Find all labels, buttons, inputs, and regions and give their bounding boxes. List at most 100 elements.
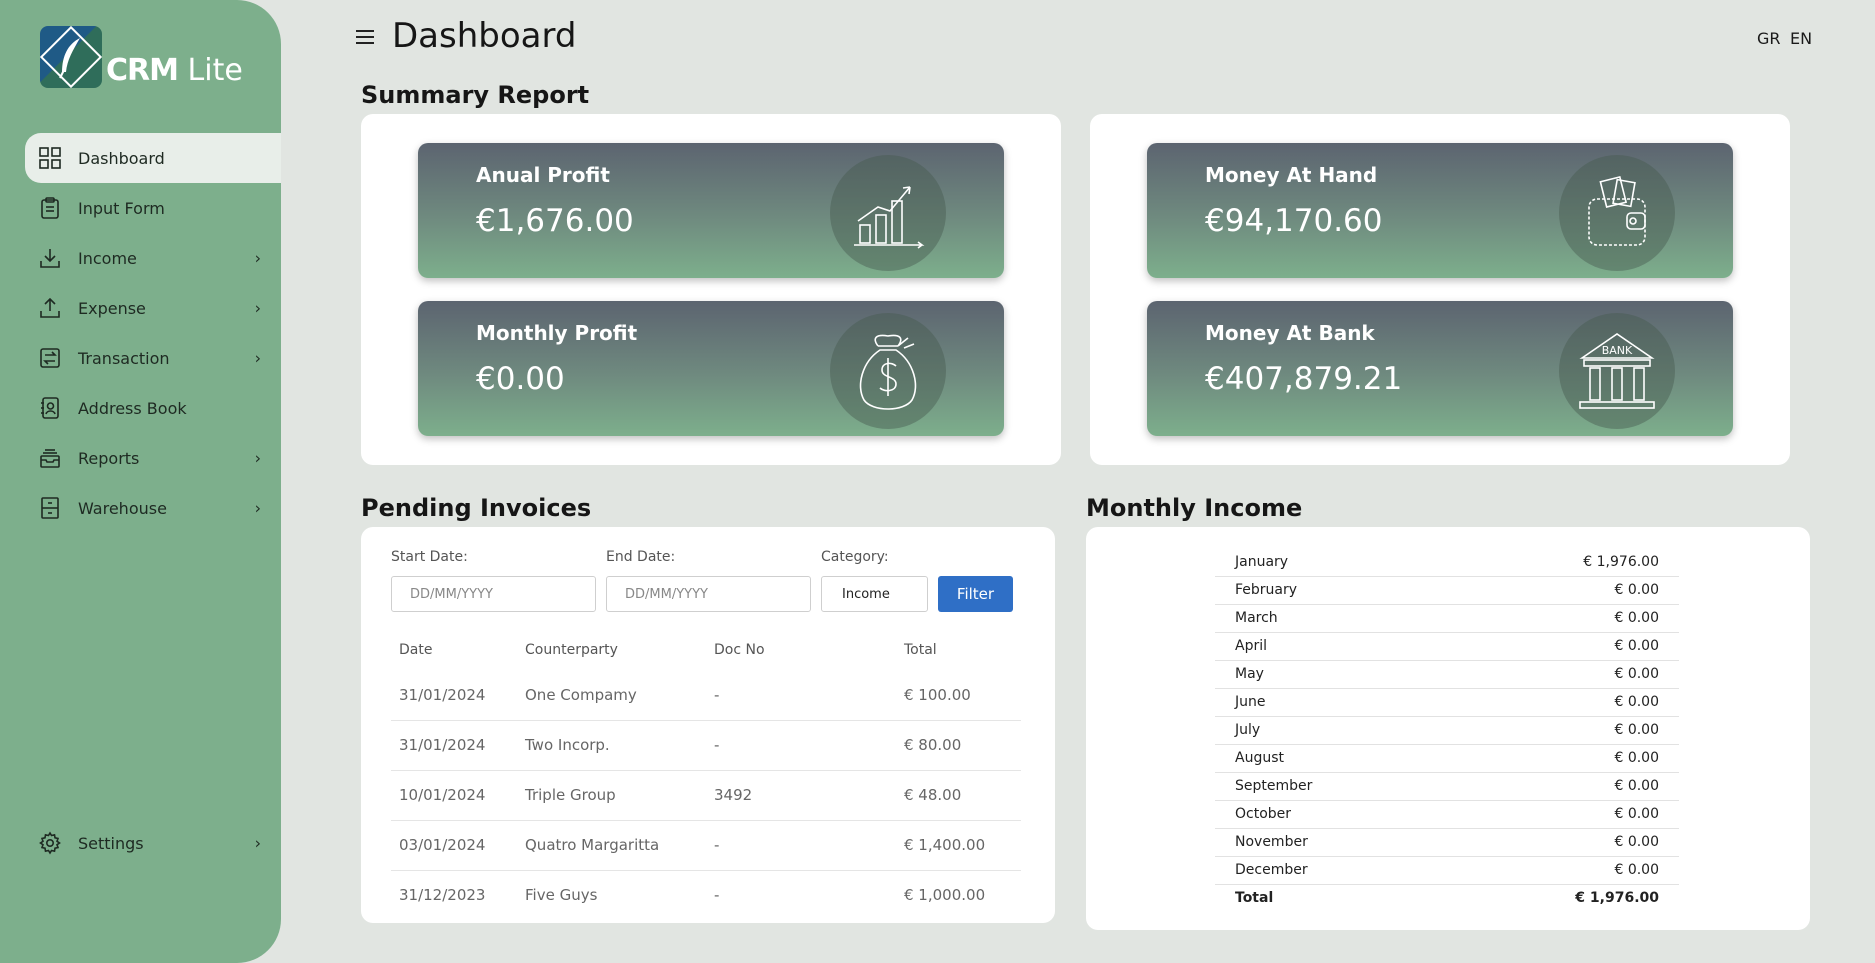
exchange-icon — [37, 345, 63, 371]
category-label: Category: — [821, 549, 889, 565]
column-header-total: Total — [904, 642, 937, 658]
card-value: €1,676.00 — [476, 203, 634, 239]
clipboard-icon — [37, 195, 63, 221]
table-row[interactable]: 31/12/2023 Five Guys - € 1,000.00 — [391, 869, 1021, 920]
month-name: October — [1215, 800, 1441, 829]
bank-icon-label: BANK — [1602, 344, 1633, 357]
month-name: November — [1215, 828, 1441, 857]
sidebar-footer: Settings › — [25, 818, 281, 868]
table-row[interactable]: 10/01/2024 Triple Group 3492 € 48.00 — [391, 769, 1021, 820]
sidebar-item-label: Input Form — [78, 198, 165, 218]
table-row: March € 0.00 — [1215, 604, 1679, 633]
month-name: April — [1215, 632, 1441, 661]
sidebar-item-dashboard[interactable]: Dashboard — [25, 133, 281, 183]
sidebar-item-label: Address Book — [78, 398, 187, 418]
month-name: February — [1215, 576, 1441, 605]
start-date-input[interactable]: DD/MM/YYYY — [391, 576, 596, 612]
summary-panel-left: Anual Profit €1,676.00 Monthly Profit €0… — [361, 114, 1061, 465]
language-gr-button[interactable]: GR — [1757, 29, 1781, 48]
sidebar-item-reports[interactable]: Reports › — [25, 433, 281, 483]
app-name: CRM Lite — [106, 53, 243, 88]
inbox-icon — [37, 445, 63, 471]
filter-button[interactable]: Filter — [938, 576, 1013, 612]
wallet-icon — [1559, 155, 1675, 271]
month-amount: € 0.00 — [1440, 576, 1679, 605]
sidebar-item-expense[interactable]: Expense › — [25, 283, 281, 333]
page-title: Dashboard — [392, 16, 577, 56]
app-logo[interactable]: CRM Lite — [40, 26, 243, 88]
chevron-right-icon: › — [254, 298, 261, 318]
month-name: May — [1215, 660, 1441, 689]
end-date-label: End Date: — [606, 549, 676, 565]
gear-icon — [37, 830, 63, 856]
cell-doc-no: - — [706, 819, 896, 870]
chevron-right-icon: › — [254, 448, 261, 468]
sidebar-item-label: Warehouse — [78, 498, 167, 518]
sidebar-item-input-form[interactable]: Input Form — [25, 183, 281, 233]
money-bag-icon — [830, 313, 946, 429]
sidebar-item-label: Dashboard — [78, 148, 165, 168]
pending-invoices-table: Date Counterparty Doc No Total 31/01/202… — [391, 630, 1021, 920]
sidebar-item-address-book[interactable]: Address Book — [25, 383, 281, 433]
chevron-right-icon: › — [254, 498, 261, 518]
month-amount: € 0.00 — [1440, 688, 1679, 717]
monthly-profit-card: Monthly Profit €0.00 — [418, 301, 1004, 436]
sidebar-item-income[interactable]: Income › — [25, 233, 281, 283]
card-value: €0.00 — [476, 361, 565, 397]
cell-doc-no: - — [706, 719, 896, 770]
total-row: Total € 1,976.00 — [1215, 884, 1679, 912]
sidebar-item-label: Expense — [78, 298, 146, 318]
table-row: May € 0.00 — [1215, 660, 1679, 689]
money-at-bank-card: Money At Bank €407,879.21 BANK — [1147, 301, 1733, 436]
cell-date: 10/01/2024 — [391, 769, 517, 820]
month-amount: € 0.00 — [1440, 856, 1679, 885]
sidebar-item-transaction[interactable]: Transaction › — [25, 333, 281, 383]
table-row: June € 0.00 — [1215, 688, 1679, 717]
cabinet-icon — [37, 495, 63, 521]
bar-growth-icon — [830, 155, 946, 271]
cell-total: € 1,000.00 — [896, 869, 1021, 920]
sidebar-item-settings[interactable]: Settings › — [25, 818, 281, 868]
table-row: September € 0.00 — [1215, 772, 1679, 801]
month-name: March — [1215, 604, 1441, 633]
feather-logo-icon — [40, 26, 102, 88]
table-row: January € 1,976.00 — [1215, 548, 1679, 577]
sidebar-item-warehouse[interactable]: Warehouse › — [25, 483, 281, 533]
cell-counterparty: Triple Group — [517, 769, 706, 820]
cell-counterparty: One Compamy — [525, 685, 637, 704]
cell-counterparty: Two Incorp. — [517, 719, 706, 770]
total-label: Total — [1235, 890, 1274, 907]
table-row[interactable]: 31/01/2024 One Compamy - € 100.00 — [391, 670, 1021, 720]
chevron-right-icon: › — [254, 248, 261, 268]
month-amount: € 0.00 — [1440, 744, 1679, 773]
month-amount: € 0.00 — [1440, 800, 1679, 829]
sidebar-item-label: Transaction — [78, 348, 170, 368]
month-amount: € 0.00 — [1440, 716, 1679, 745]
language-en-button[interactable]: EN — [1790, 29, 1812, 48]
download-icon — [37, 245, 63, 271]
chevron-right-icon: › — [254, 833, 261, 853]
cell-total: € 100.00 — [904, 685, 971, 704]
upload-icon — [37, 295, 63, 321]
table-row[interactable]: 03/01/2024 Quatro Margaritta - € 1,400.0… — [391, 819, 1021, 870]
month-amount: € 0.00 — [1440, 632, 1679, 661]
summary-report-title: Summary Report — [361, 81, 590, 109]
category-select[interactable]: Income — [821, 576, 928, 612]
table-row: December € 0.00 — [1215, 856, 1679, 885]
end-date-input[interactable]: DD/MM/YYYY — [606, 576, 811, 612]
table-row[interactable]: 31/01/2024 Two Incorp. - € 80.00 — [391, 719, 1021, 770]
month-name: July — [1215, 716, 1441, 745]
month-amount: € 0.00 — [1440, 772, 1679, 801]
start-date-label: Start Date: — [391, 549, 468, 565]
cell-total: € 80.00 — [896, 719, 1021, 770]
month-name: January — [1215, 548, 1441, 577]
bank-icon: BANK — [1559, 313, 1675, 429]
hamburger-menu-icon[interactable] — [356, 27, 378, 47]
dashboard-icon — [37, 145, 63, 171]
sidebar: CRM Lite Dashboard Input Form Income › E… — [0, 0, 281, 963]
cell-date: 31/01/2024 — [399, 685, 486, 704]
sidebar-nav: Dashboard Input Form Income › Expense › — [25, 133, 281, 533]
cell-doc-no: 3492 — [706, 769, 896, 820]
monthly-income-table: January € 1,976.00 February € 0.00 March € … — [1215, 548, 1679, 912]
cell-total: € 1,400.00 — [896, 819, 1021, 870]
